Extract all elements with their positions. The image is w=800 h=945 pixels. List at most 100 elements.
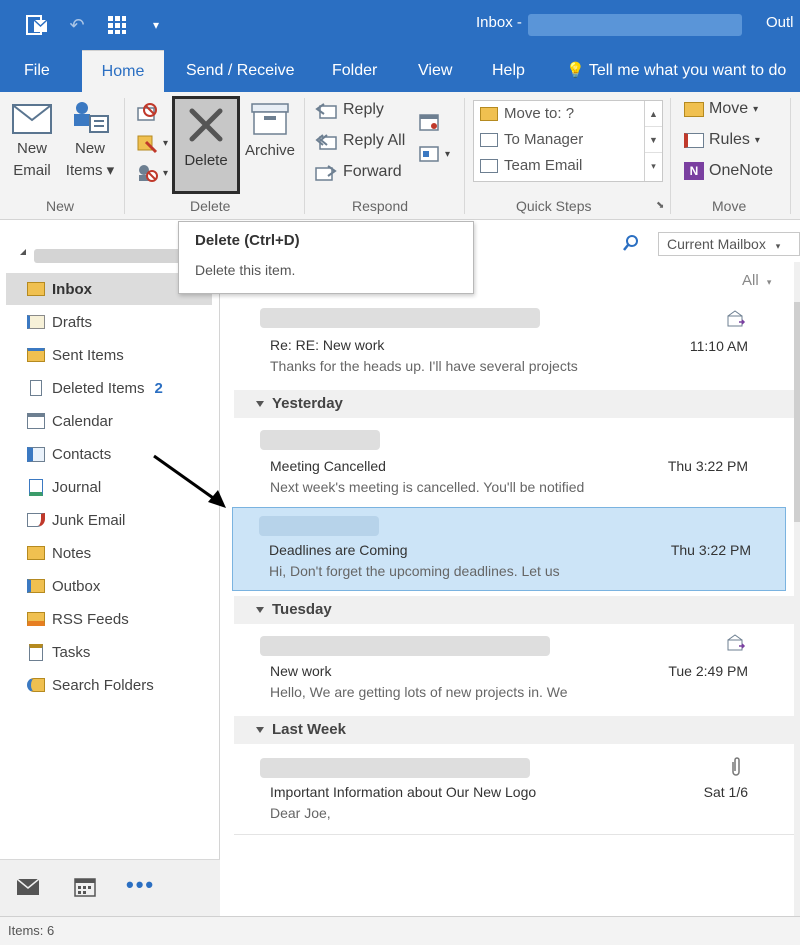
- message-item[interactable]: Meeting Cancelled Thu 3:22 PM Next week'…: [234, 424, 794, 504]
- undo-icon[interactable]: ↶: [66, 12, 88, 38]
- tell-me-search[interactable]: 💡 Tell me what you want to do: [566, 50, 786, 92]
- search-magnifier-icon[interactable]: [622, 234, 640, 255]
- ribbon-home: New Email New Items ▾ New ▾ ▾ Delete Arc…: [0, 92, 800, 220]
- new-email-label-1: New: [16, 140, 47, 157]
- message-preview: Dear Joe,: [270, 805, 331, 821]
- reply-all-icon: [315, 134, 337, 150]
- junk-icon: [139, 165, 158, 182]
- onenote-button[interactable]: N OneNote: [684, 162, 773, 180]
- folder-label: Junk Email: [52, 511, 126, 529]
- to-manager-label: To Manager: [504, 131, 584, 148]
- collapse-account-icon[interactable]: [20, 249, 26, 255]
- inbox-icon: [26, 280, 46, 298]
- tab-folder[interactable]: Folder: [332, 50, 377, 92]
- message-item[interactable]: Important Information about Our New Logo…: [234, 750, 794, 834]
- folder-move-icon: [480, 106, 498, 121]
- tab-help[interactable]: Help: [492, 50, 525, 92]
- quick-step-move-to[interactable]: Move to: ?: [480, 105, 574, 122]
- junk-button[interactable]: ▾: [136, 162, 168, 184]
- group-header-last-week[interactable]: Last Week: [234, 716, 794, 744]
- filter-label: All: [742, 272, 759, 289]
- archive-button[interactable]: Archive: [242, 98, 298, 162]
- rules-button[interactable]: Rules ▾: [684, 131, 760, 149]
- message-subject: New work: [270, 663, 332, 679]
- sent-icon: [26, 346, 46, 364]
- journal-icon: [26, 478, 46, 496]
- forward-button[interactable]: Forward: [314, 162, 402, 182]
- tasks-icon: [26, 643, 46, 661]
- reply-label: Reply: [343, 101, 384, 118]
- meeting-button[interactable]: [418, 112, 440, 132]
- quick-step-team-email[interactable]: Team Email: [480, 157, 582, 174]
- folder-rss-feeds[interactable]: RSS Feeds: [6, 603, 212, 635]
- folder-label: Tasks: [52, 643, 91, 661]
- folder-sent-items[interactable]: Sent Items: [6, 339, 212, 371]
- search-scope-label: Current Mailbox: [667, 236, 766, 252]
- message-time: Thu 3:22 PM: [667, 458, 748, 474]
- folder-drafts[interactable]: Drafts: [6, 306, 212, 338]
- customize-toolbar-icon[interactable]: ▾: [148, 12, 164, 38]
- group-label: Tuesday: [272, 601, 332, 618]
- search-scope-dropdown[interactable]: Current Mailbox ▾: [658, 232, 800, 256]
- quick-steps-scroll[interactable]: ▲ ▼ ▾: [644, 101, 662, 181]
- new-items-label-1: New: [74, 140, 105, 157]
- scrollbar-thumb[interactable]: [794, 302, 800, 522]
- message-preview: Hi, Don't forget the upcoming deadlines.…: [269, 563, 560, 579]
- delete-button[interactable]: Delete: [172, 96, 240, 194]
- folder-label: Notes: [52, 544, 92, 562]
- outbox-icon: [26, 577, 46, 595]
- mail-icon[interactable]: [16, 878, 40, 899]
- ignore-button[interactable]: [136, 102, 158, 124]
- more-icon[interactable]: ▾: [645, 153, 662, 179]
- reply-all-button[interactable]: Reply All: [314, 131, 405, 151]
- filter-all-dropdown[interactable]: All ▾: [742, 272, 771, 289]
- message-item[interactable]: New work Tue 2:49 PM Hello, We are getti…: [234, 628, 794, 710]
- folder-outbox[interactable]: Outbox: [6, 570, 212, 602]
- tab-home[interactable]: Home: [82, 50, 164, 92]
- delete-label: Delete: [184, 152, 228, 169]
- tooltip-description: Delete this item.: [195, 262, 296, 278]
- outlook-app-icon[interactable]: [24, 12, 50, 38]
- item-count: Items: 6: [8, 923, 55, 938]
- message-list-scrollbar[interactable]: [794, 262, 800, 916]
- tab-file[interactable]: File: [24, 50, 50, 92]
- move-button[interactable]: Move ▾: [684, 100, 758, 118]
- group-label-new: New: [46, 198, 75, 214]
- new-email-button[interactable]: New Email: [8, 98, 56, 182]
- group-label-quick-steps: Quick Steps: [516, 198, 592, 214]
- message-item[interactable]: Re: RE: New work 11:10 AM Thanks for the…: [234, 300, 794, 384]
- folder-notes[interactable]: Notes: [6, 537, 212, 569]
- folder-label: Outbox: [52, 577, 101, 595]
- quick-step-to-manager[interactable]: To Manager: [480, 131, 583, 148]
- folder-search-folders[interactable]: Search Folders: [6, 669, 212, 701]
- group-header-tuesday[interactable]: Tuesday: [234, 596, 794, 624]
- group-header-yesterday[interactable]: Yesterday: [234, 390, 794, 418]
- scroll-up-icon[interactable]: ▲: [645, 101, 662, 127]
- folder-calendar[interactable]: Calendar: [6, 405, 212, 437]
- forward-label: Forward: [343, 163, 402, 180]
- folder-tasks[interactable]: Tasks: [6, 636, 212, 668]
- folder-label: Drafts: [52, 313, 93, 331]
- search-folder-icon: [26, 676, 46, 694]
- message-item-selected[interactable]: Deadlines are Coming Thu 3:22 PM Hi, Don…: [232, 507, 786, 591]
- reply-all-label: Reply All: [343, 132, 406, 149]
- new-items-button[interactable]: New Items ▾: [62, 98, 118, 182]
- reply-button[interactable]: Reply: [314, 100, 384, 120]
- calendar-icon: [26, 412, 46, 430]
- archive-icon: [250, 102, 290, 136]
- account-redacted: [528, 14, 742, 36]
- folder-deleted-items[interactable]: Deleted Items 2: [6, 372, 212, 404]
- apps-grid-icon[interactable]: [106, 12, 128, 38]
- app-name: Outl: [766, 14, 794, 31]
- more-apps-icon[interactable]: •••: [126, 872, 155, 898]
- tab-view[interactable]: View: [418, 50, 452, 92]
- rss-icon: [26, 610, 46, 628]
- tab-send-receive[interactable]: Send / Receive: [186, 50, 295, 92]
- annotation-arrow-icon: [153, 454, 226, 508]
- clean-up-button[interactable]: ▾: [136, 132, 168, 154]
- group-label-move: Move: [712, 198, 747, 214]
- calendar-nav-icon[interactable]: [74, 877, 96, 900]
- dialog-launcher-icon[interactable]: ⬊: [656, 200, 664, 211]
- more-respond-button[interactable]: ▾: [418, 144, 450, 164]
- scroll-down-icon[interactable]: ▼: [645, 127, 662, 153]
